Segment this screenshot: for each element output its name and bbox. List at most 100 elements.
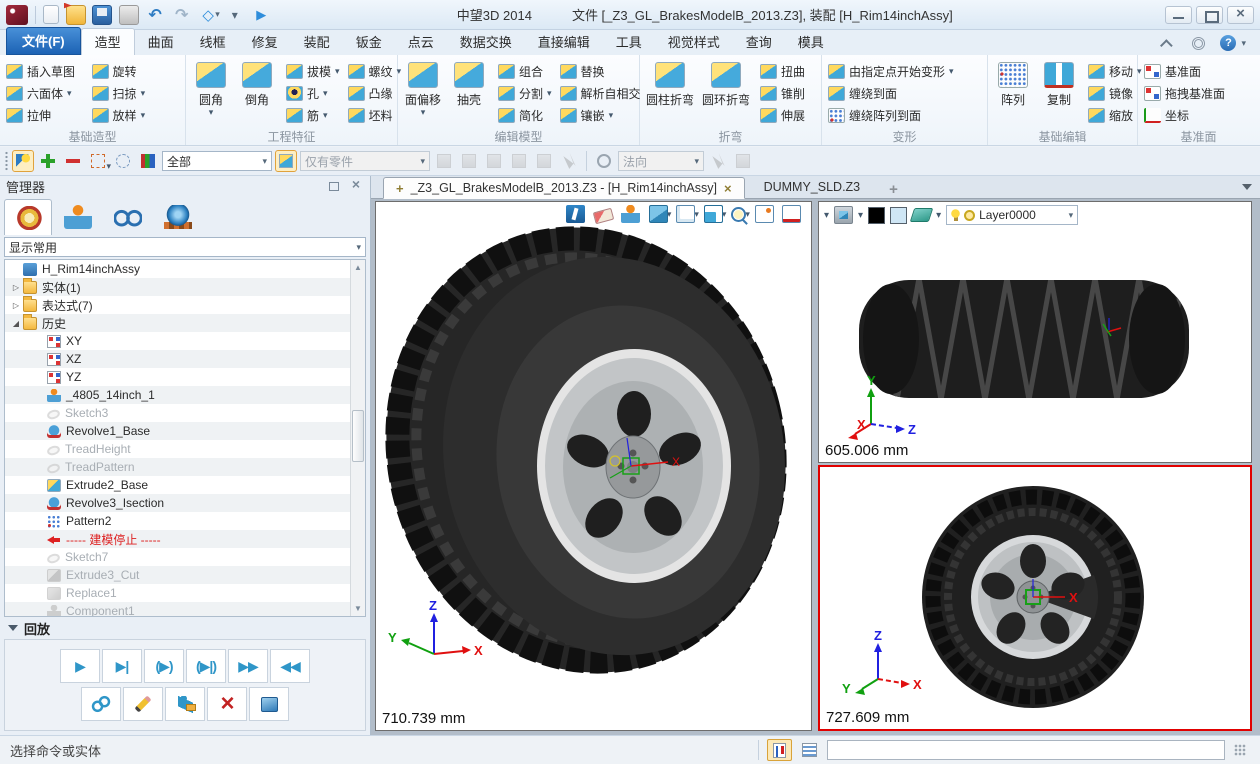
tree-expander-icon[interactable] xyxy=(9,319,23,328)
display-mode-icon[interactable] xyxy=(834,206,853,224)
ribbon-button[interactable]: 六面体 ▾ xyxy=(2,82,88,104)
dropdown-arrow-icon[interactable]: ▾ xyxy=(335,66,340,77)
tree-item[interactable]: _4805_14inch_1 xyxy=(5,386,350,404)
dropdown-arrow-icon[interactable]: ▾ xyxy=(936,210,941,221)
viewport-bottom-right-active[interactable]: X Z Y X xyxy=(818,465,1252,731)
window-button[interactable] xyxy=(1196,6,1223,24)
command-input[interactable] xyxy=(827,740,1225,760)
quick-access-icon[interactable] xyxy=(119,5,139,25)
ribbon-button[interactable]: 拉伸 ▾ xyxy=(2,104,88,126)
ribbon-button[interactable]: 伸展 ▾ xyxy=(756,104,818,126)
selection-tool-icon[interactable]: ▾ xyxy=(137,150,159,172)
ribbon-button[interactable]: 由指定点开始变形 ▾ xyxy=(824,60,958,82)
selection-tool-icon[interactable]: ▾ xyxy=(37,150,59,172)
tree-item[interactable]: Replace1 xyxy=(5,584,350,602)
ribbon-button[interactable]: 缩放 ▾ xyxy=(1084,104,1146,126)
ribbon-tab[interactable]: 线框 xyxy=(187,29,239,55)
ribbon-button[interactable]: 插入草图 ▾ xyxy=(2,60,88,82)
ribbon-tab[interactable]: 文件(F) xyxy=(6,27,81,55)
ribbon-tab[interactable]: 查询 xyxy=(733,29,785,55)
scroll-down-icon[interactable]: ▼ xyxy=(351,601,365,616)
tree-expander-icon[interactable] xyxy=(9,283,23,292)
tree-item[interactable]: YZ xyxy=(5,368,350,386)
selection-tool-icon[interactable]: ▾ xyxy=(62,150,84,172)
scrollbar-thumb[interactable] xyxy=(352,410,364,462)
layer-combo[interactable]: Layer0000 ▾ xyxy=(946,205,1078,225)
ribbon-button[interactable]: 螺纹 ▾ xyxy=(344,60,406,82)
dropdown-arrow-icon[interactable]: ▾ xyxy=(694,209,699,220)
playback-edit-button[interactable] xyxy=(249,687,289,721)
ribbon-tab[interactable]: 钣金 xyxy=(343,29,395,55)
viewport-tool-icon[interactable] xyxy=(755,205,774,223)
tire-3d-model[interactable]: X Z X xyxy=(376,202,812,731)
ribbon-big-button[interactable]: 倒角 ▾ xyxy=(234,58,280,128)
ribbon-tab[interactable]: 直接编辑 xyxy=(525,29,603,55)
viewport-tool-icon[interactable] xyxy=(593,207,614,224)
tree-item[interactable]: Revolve1_Base xyxy=(5,422,350,440)
window-button[interactable] xyxy=(1227,6,1254,24)
help-dropdown-arrow-icon[interactable]: ▾ xyxy=(1241,38,1246,49)
ribbon-big-button[interactable]: 面偏移 ▾ xyxy=(400,58,446,128)
dropdown-arrow-icon[interactable]: ▾ xyxy=(858,210,863,221)
playback-button[interactable]: ▶ xyxy=(60,649,100,683)
tree-item[interactable]: Component1 xyxy=(5,602,350,617)
ribbon-big-button[interactable]: 复制 ▾ xyxy=(1036,58,1082,128)
dropdown-arrow-icon[interactable]: ▾ xyxy=(609,110,614,121)
dropdown-arrow-icon[interactable]: ▾ xyxy=(67,88,72,99)
ribbon-tab[interactable]: 修复 xyxy=(239,29,291,55)
tab-assembly-manager[interactable] xyxy=(54,199,102,235)
dropdown-arrow-icon[interactable]: ▾ xyxy=(141,88,146,99)
settings-gear-icon[interactable] xyxy=(1189,34,1207,52)
ribbon-big-button[interactable]: 圆角 ▾ xyxy=(188,58,234,128)
tree-expander-icon[interactable] xyxy=(9,301,23,310)
tire-side-view[interactable]: Y X Z xyxy=(819,202,1252,463)
quick-access-icon[interactable] xyxy=(66,5,86,25)
tree-item[interactable]: Sketch3 xyxy=(5,404,350,422)
ribbon-button[interactable]: 基准面 ▾ xyxy=(1140,60,1238,82)
tree-item[interactable]: Extrude3_Cut xyxy=(5,566,350,584)
ribbon-tab[interactable]: 数据交换 xyxy=(447,29,525,55)
ribbon-button[interactable]: 镶嵌 ▾ xyxy=(556,104,654,126)
tree-item[interactable]: 实体(1) xyxy=(5,278,350,296)
dropdown-arrow-icon[interactable]: ▾ xyxy=(547,88,552,99)
dropdown-arrow-icon[interactable]: ▾ xyxy=(745,209,750,220)
prompt-toggle-button[interactable] xyxy=(767,739,792,761)
highlight-color-swatch[interactable] xyxy=(890,207,907,224)
selection-tool-icon[interactable]: ▾ xyxy=(112,150,134,172)
playback-edit-button[interactable] xyxy=(123,687,163,721)
quick-access-icon[interactable] xyxy=(92,5,112,25)
entity-filter-combo[interactable]: 全部▾ xyxy=(162,151,272,171)
viewport-tool-icon[interactable] xyxy=(649,205,668,223)
quick-access-icon[interactable] xyxy=(225,5,245,25)
dropdown-arrow-icon[interactable]: ▾ xyxy=(323,110,328,121)
viewport-tool-icon[interactable] xyxy=(782,205,801,223)
collapse-ribbon-icon[interactable] xyxy=(1159,34,1177,52)
ribbon-big-button[interactable]: 圆环折弯 ▾ xyxy=(698,58,754,128)
help-icon[interactable]: ? xyxy=(1219,34,1237,52)
selection-tool-icon[interactable]: ▾ xyxy=(87,150,109,172)
quick-access-icon[interactable] xyxy=(251,5,271,25)
ribbon-tab[interactable]: 点云 xyxy=(395,29,447,55)
dropdown-arrow-icon[interactable]: ▾ xyxy=(209,108,214,117)
ribbon-tab[interactable]: 造型 xyxy=(81,28,135,55)
tree-item[interactable]: TreadHeight xyxy=(5,440,350,458)
tab-history-manager[interactable] xyxy=(4,199,52,235)
tab-visibility-manager[interactable] xyxy=(104,199,152,235)
new-tab-button[interactable]: + xyxy=(879,181,908,198)
ribbon-button[interactable]: 坐标 ▾ xyxy=(1140,104,1238,126)
scroll-up-icon[interactable]: ▲ xyxy=(351,260,365,275)
panel-restore-icon[interactable] xyxy=(326,180,342,193)
ribbon-button[interactable]: 拖拽基准面 ▾ xyxy=(1140,82,1238,104)
ribbon-tab[interactable]: 视觉样式 xyxy=(655,29,733,55)
tree-item[interactable]: XZ xyxy=(5,350,350,368)
ribbon-button[interactable]: 放样 ▾ xyxy=(88,104,150,126)
ribbon-button[interactable]: 分割 ▾ xyxy=(494,82,556,104)
dropdown-arrow-icon[interactable]: ▾ xyxy=(323,88,328,99)
playback-section-header[interactable]: 回放 xyxy=(0,617,370,639)
quick-access-icon[interactable] xyxy=(145,5,165,25)
ribbon-button[interactable]: 旋转 ▾ xyxy=(88,60,150,82)
ribbon-button[interactable]: 扫掠 ▾ xyxy=(88,82,150,104)
tree-item[interactable]: Revolve3_Isection xyxy=(5,494,350,512)
history-filter-combo[interactable]: 显示常用▾ xyxy=(4,237,366,257)
tire-front-view[interactable]: X Z Y X xyxy=(820,467,1250,729)
